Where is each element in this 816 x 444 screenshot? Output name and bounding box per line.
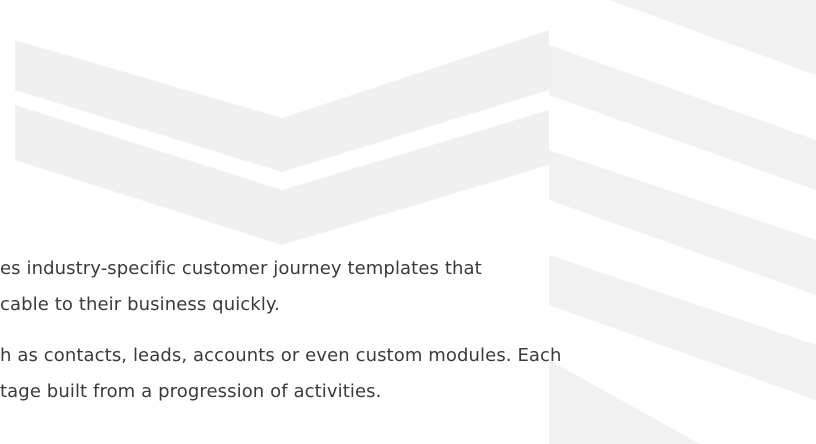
paragraph-intro-line-2: cable to their business quickly. bbox=[0, 294, 280, 315]
paragraph-intro-line-1: es industry-specific customer journey te… bbox=[0, 258, 482, 279]
paragraph-details-line-2: tage built from a progression of activit… bbox=[0, 381, 382, 402]
content-area: es industry-specific customer journey te… bbox=[0, 0, 816, 444]
paragraph-details-line-1: h as contacts, leads, accounts or even c… bbox=[0, 345, 562, 366]
